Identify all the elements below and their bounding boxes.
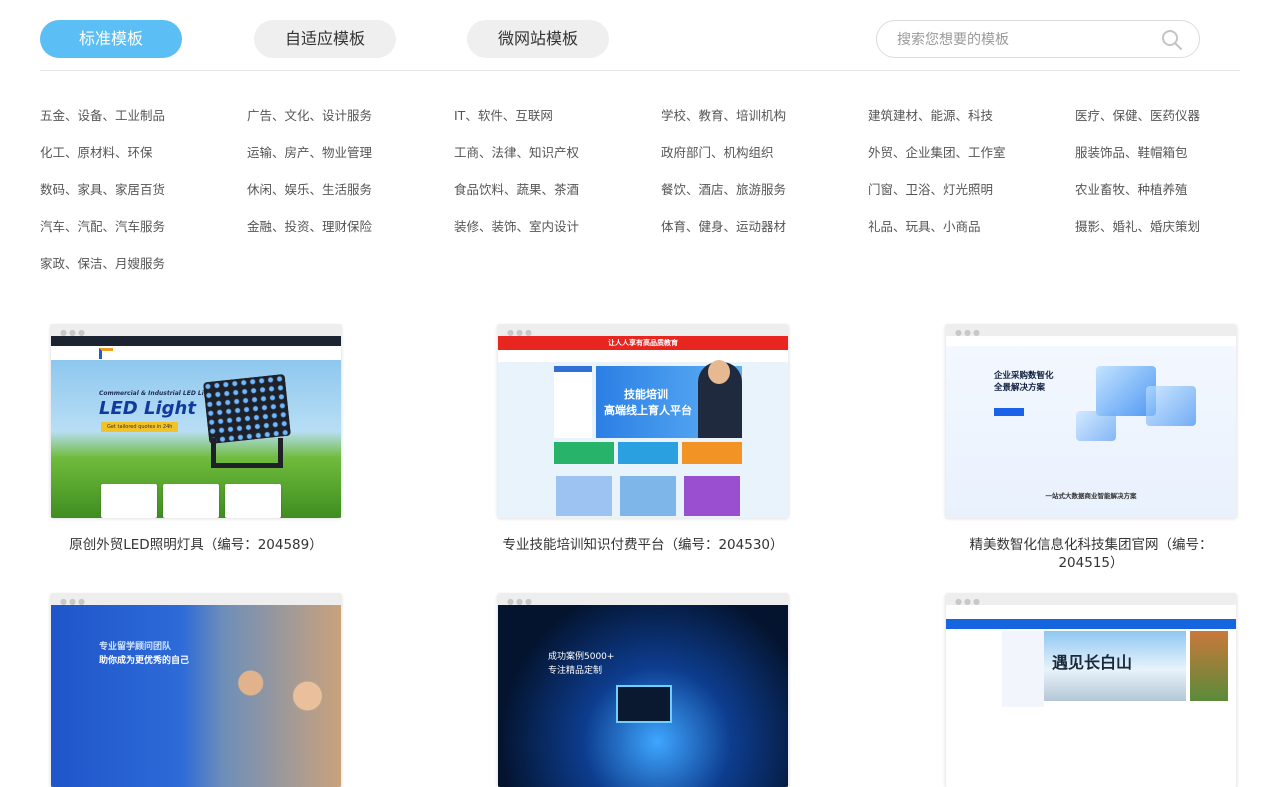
category-link[interactable]: 食品饮料、蔬果、茶酒 xyxy=(454,178,579,202)
template-card[interactable]: ●●● 让人人享有高品质教育 技能培训 高端线上育人平台 专业技能培训知识付费平… xyxy=(497,324,789,554)
thumb-tile xyxy=(618,442,678,464)
thumb-text: 全景解决方案 xyxy=(994,383,1046,393)
category-link[interactable]: 医疗、保健、医药仪器 xyxy=(1075,104,1200,128)
tab-standard-templates[interactable]: 标准模板 xyxy=(40,20,182,58)
category-link[interactable]: 门窗、卫浴、灯光照明 xyxy=(868,178,993,202)
template-thumbnail[interactable]: ●●● 成功案例5000+ 专注精品定制 xyxy=(497,593,789,787)
search-box xyxy=(876,20,1200,58)
thumb-text: LED Light xyxy=(99,398,196,419)
category-link[interactable]: 休闲、娱乐、生活服务 xyxy=(247,178,372,202)
template-caption[interactable]: 精美数智化信息化科技集团官网（编号：204515） xyxy=(945,536,1237,572)
circuit-chip-image xyxy=(616,685,672,723)
lamp-stand-image xyxy=(211,438,283,468)
thumb-tile xyxy=(684,476,740,516)
category-link[interactable]: 金融、投资、理财保险 xyxy=(247,215,372,239)
thumb-tile xyxy=(682,442,742,464)
template-thumbnail[interactable]: ●●● 专业留学顾问团队 助你成为更优秀的自己 xyxy=(50,593,342,787)
category-link[interactable]: 工商、法律、知识产权 xyxy=(454,141,579,165)
cube-graphic xyxy=(1146,386,1196,426)
category-link[interactable]: 广告、文化、设计服务 xyxy=(247,104,372,128)
thumb-text: 让人人享有高品质教育 xyxy=(498,336,788,350)
category-link[interactable]: 化工、原材料、环保 xyxy=(40,141,153,165)
thumb-tile xyxy=(163,484,219,518)
lamp-image xyxy=(202,373,292,445)
category-link[interactable]: 服装饰品、鞋帽箱包 xyxy=(1075,141,1188,165)
tab-micro-site-templates[interactable]: 微网站模板 xyxy=(467,20,609,58)
template-card[interactable]: ●●● 成功案例5000+ 专注精品定制 xyxy=(497,593,789,787)
thumb-text: 技能培训 xyxy=(624,388,668,401)
search-input[interactable] xyxy=(897,30,1147,50)
template-thumbnail[interactable]: ●●● Commercial & Industrial LED Lighting… xyxy=(50,324,342,518)
template-caption[interactable]: 原创外贸LED照明灯具（编号：204589） xyxy=(50,536,342,554)
template-thumbnail[interactable]: ●●● 企业采购数智化 全景解决方案 一站式大数据商业智能解决方案 xyxy=(945,324,1237,518)
category-link[interactable]: 装修、装饰、室内设计 xyxy=(454,215,579,239)
template-card[interactable]: ●●● 专业留学顾问团队 助你成为更优秀的自己 xyxy=(50,593,342,787)
thumb-text: Get tailored quotes in 24h xyxy=(101,422,179,432)
tab-responsive-templates[interactable]: 自适应模板 xyxy=(254,20,396,58)
category-link[interactable]: 汽车、汽配、汽车服务 xyxy=(40,215,165,239)
logo-icon xyxy=(99,348,113,359)
person-image xyxy=(698,360,742,438)
thumb-tile xyxy=(620,476,676,516)
category-link[interactable]: 家政、保洁、月嫂服务 xyxy=(40,252,165,276)
category-link[interactable]: 礼品、玩具、小商品 xyxy=(868,215,981,239)
category-link[interactable]: 农业畜牧、种植养殖 xyxy=(1075,178,1188,202)
template-card[interactable]: ●●● 遇见长白山 xyxy=(945,593,1237,787)
thumb-text: 专业留学顾问团队 xyxy=(99,642,172,652)
category-link[interactable]: 外贸、企业集团、工作室 xyxy=(868,141,1006,165)
thumb-tile xyxy=(554,442,614,464)
thumb-tile xyxy=(101,484,157,518)
students-image xyxy=(201,631,341,761)
thumb-text: 一站式大数据商业智能解决方案 xyxy=(1045,492,1137,500)
search-icon[interactable] xyxy=(1161,29,1183,51)
category-link[interactable]: 餐饮、酒店、旅游服务 xyxy=(661,178,786,202)
category-link[interactable]: 运输、房产、物业管理 xyxy=(247,141,372,165)
template-card[interactable]: ●●● Commercial & Industrial LED Lighting… xyxy=(50,324,342,554)
category-link[interactable]: 摄影、婚礼、婚庆策划 xyxy=(1075,215,1200,239)
category-link[interactable]: 数码、家具、家居百货 xyxy=(40,178,165,202)
thumb-text: 助你成为更优秀的自己 xyxy=(99,656,190,666)
thumb-text: 专注精品定制 xyxy=(548,666,603,676)
category-link[interactable]: 政府部门、机构组织 xyxy=(661,141,774,165)
cube-graphic xyxy=(1076,411,1116,441)
template-card[interactable]: ●●● 企业采购数智化 全景解决方案 一站式大数据商业智能解决方案 精美数智化信息… xyxy=(945,324,1237,572)
thumb-tile xyxy=(225,484,281,518)
category-link[interactable]: 学校、教育、培训机构 xyxy=(661,104,786,128)
thumb-tile xyxy=(556,476,612,516)
thumb-text: 成功案例5000+ xyxy=(548,652,615,662)
category-link[interactable]: 五金、设备、工业制品 xyxy=(40,104,165,128)
template-thumbnail[interactable]: ●●● 让人人享有高品质教育 技能培训 高端线上育人平台 xyxy=(497,324,789,518)
thumb-text: 高端线上育人平台 xyxy=(604,404,692,417)
thumb-text: 遇见长白山 xyxy=(1052,653,1133,672)
template-caption[interactable]: 专业技能培训知识付费平台（编号：204530） xyxy=(497,536,789,554)
template-thumbnail[interactable]: ●●● 遇见长白山 xyxy=(945,593,1237,787)
scenery-image xyxy=(1190,631,1228,701)
thumb-text: 企业采购数智化 xyxy=(994,371,1054,381)
template-tabs-bar: 标准模板 自适应模板 微网站模板 xyxy=(40,0,1240,71)
category-link[interactable]: 建筑建材、能源、科技 xyxy=(868,104,993,128)
category-link[interactable]: 体育、健身、运动器材 xyxy=(661,215,786,239)
category-link[interactable]: IT、软件、互联网 xyxy=(454,104,553,128)
